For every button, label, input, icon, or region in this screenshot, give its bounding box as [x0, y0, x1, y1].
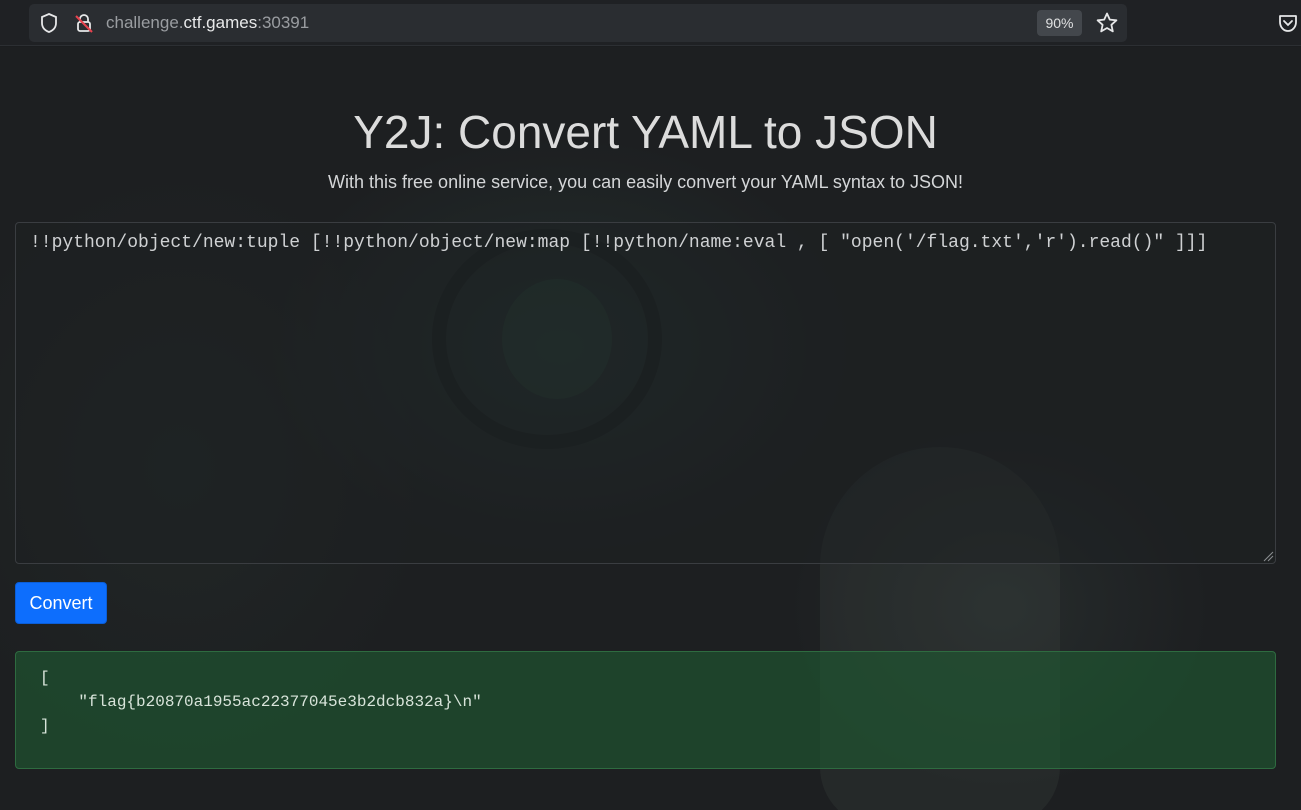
shield-icon[interactable]: [38, 12, 60, 34]
result-panel: [ "flag{b20870a1955ac22377045e3b2dcb832a…: [15, 651, 1276, 769]
convert-button[interactable]: Convert: [15, 582, 107, 624]
browser-toolbar: challenge.ctf.games:30391 90%: [0, 0, 1301, 46]
result-line-close: ]: [40, 717, 50, 735]
result-line-value: "flag{b20870a1955ac22377045e3b2dcb832a}\…: [40, 693, 482, 711]
url-port: :30391: [257, 13, 310, 32]
yaml-input[interactable]: !!python/object/new:tuple [!!python/obje…: [15, 222, 1276, 564]
zoom-level-button[interactable]: 90%: [1037, 10, 1082, 36]
url-prefix: challenge.: [106, 13, 184, 32]
lock-icon[interactable]: [73, 12, 95, 34]
result-output: [ "flag{b20870a1955ac22377045e3b2dcb832a…: [40, 666, 482, 738]
page-subtitle: With this free online service, you can e…: [328, 172, 963, 192]
url-domain: ctf.games: [183, 13, 258, 32]
result-line-open: [: [40, 669, 50, 687]
resize-grip-icon[interactable]: [1262, 550, 1274, 562]
pocket-icon[interactable]: [1277, 12, 1299, 34]
page-title: Y2J: Convert YAML to JSON: [353, 106, 938, 158]
star-icon[interactable]: [1095, 11, 1119, 35]
url-text[interactable]: challenge.ctf.games:30391: [106, 12, 309, 34]
page-content: Y2J: Convert YAML to JSON With this free…: [0, 47, 1301, 810]
